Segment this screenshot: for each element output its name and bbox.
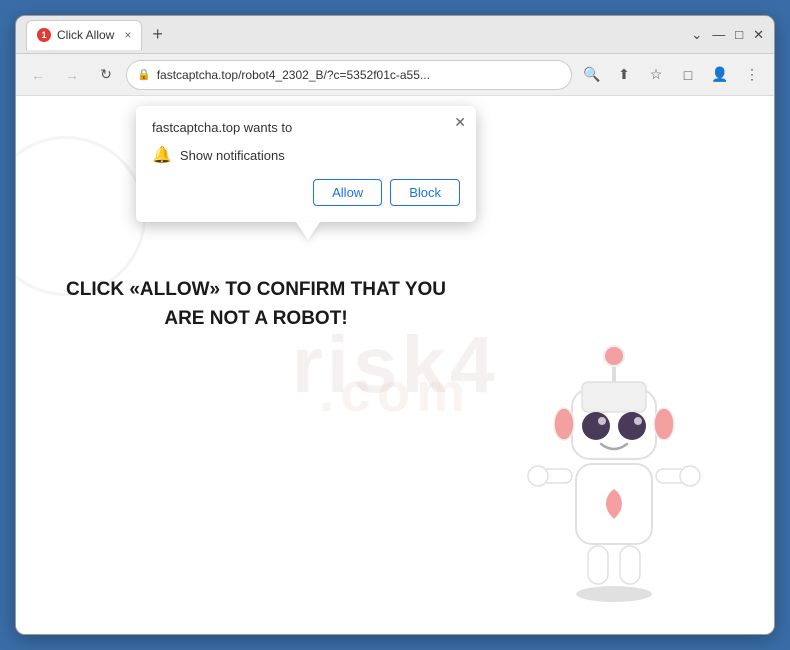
extension-icon[interactable]: □ [674, 61, 702, 89]
notification-label: Show notifications [180, 148, 285, 163]
address-text: fastcaptcha.top/robot4_2302_B/?c=5352f01… [157, 68, 561, 82]
allow-button[interactable]: Allow [313, 179, 382, 206]
popup-title: fastcaptcha.top wants to [152, 120, 460, 135]
block-button[interactable]: Block [390, 179, 460, 206]
new-tab-button[interactable]: + [146, 24, 169, 45]
search-icon[interactable]: 🔍 [578, 61, 606, 89]
chevron-down-icon[interactable]: ⌄ [691, 27, 702, 43]
tab-area: 1 Click Allow × + [26, 20, 685, 50]
back-button[interactable]: ← [24, 61, 52, 89]
window-controls: ⌄ — □ ✕ [691, 27, 764, 43]
popup-tail [296, 222, 320, 240]
tab-close-button[interactable]: × [124, 28, 131, 42]
maximize-button[interactable]: □ [735, 27, 743, 42]
notification-popup: ✕ fastcaptcha.top wants to 🔔 Show notifi… [136, 106, 476, 222]
lock-icon: 🔒 [137, 68, 151, 81]
menu-icon[interactable]: ⋮ [738, 61, 766, 89]
share-icon[interactable]: ⬆ [610, 61, 638, 89]
close-button[interactable]: ✕ [753, 27, 764, 43]
minimize-button[interactable]: — [712, 27, 725, 42]
bookmark-icon[interactable]: ☆ [642, 61, 670, 89]
robot-illustration [514, 334, 714, 614]
tab-favicon: 1 [37, 28, 51, 42]
toolbar: ← → ↻ 🔒 fastcaptcha.top/robot4_2302_B/?c… [16, 54, 774, 96]
title-bar: 1 Click Allow × + ⌄ — □ ✕ [16, 16, 774, 54]
toolbar-icons: 🔍 ⬆ ☆ □ 👤 ⋮ [578, 61, 766, 89]
browser-window: 1 Click Allow × + ⌄ — □ ✕ ← → ↻ 🔒 fastca… [15, 15, 775, 635]
bell-icon: 🔔 [152, 145, 172, 165]
captcha-message: CLICK «ALLOW» TO CONFIRM THAT YOU ARE NO… [66, 276, 446, 333]
profile-icon[interactable]: 👤 [706, 61, 734, 89]
popup-buttons: Allow Block [152, 179, 460, 206]
popup-close-button[interactable]: ✕ [454, 114, 466, 131]
address-bar[interactable]: 🔒 fastcaptcha.top/robot4_2302_B/?c=5352f… [126, 60, 572, 90]
decorative-circle [16, 136, 146, 296]
watermark-risk: .com [319, 360, 471, 424]
captcha-line1: CLICK «ALLOW» TO CONFIRM THAT YOU [66, 279, 446, 300]
reload-button[interactable]: ↻ [92, 61, 120, 89]
captcha-line2: ARE NOT A ROBOT! [164, 308, 347, 329]
tab-title: Click Allow [57, 28, 114, 42]
page-content: risk4 .com ✕ fastcaptcha.top wants to 🔔 … [16, 96, 774, 634]
active-tab[interactable]: 1 Click Allow × [26, 20, 142, 50]
forward-button[interactable]: → [58, 61, 86, 89]
robot-svg [514, 334, 714, 614]
popup-notification-row: 🔔 Show notifications [152, 145, 460, 165]
